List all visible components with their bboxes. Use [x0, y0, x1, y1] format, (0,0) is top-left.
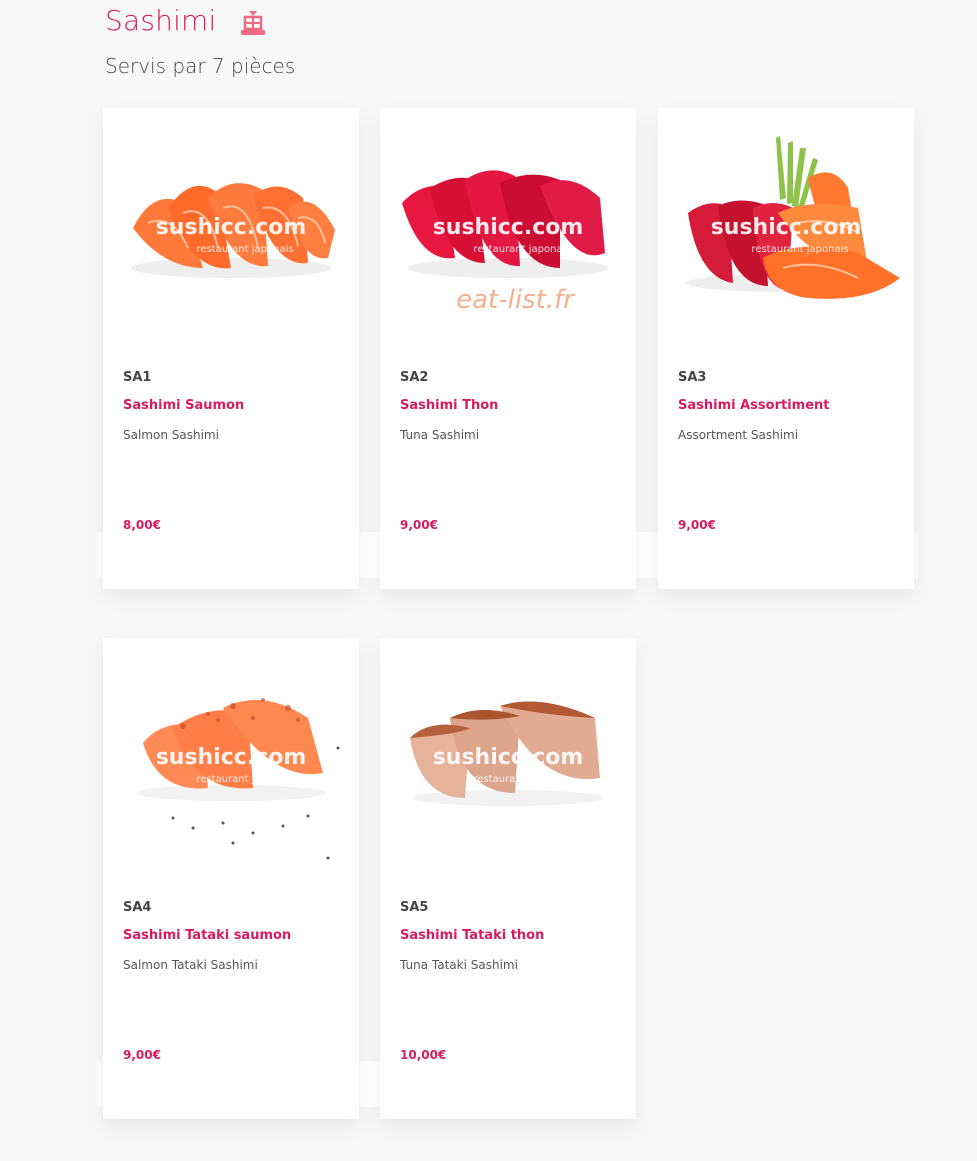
product-code: SA2 — [400, 370, 429, 385]
product-price: 9,00€ — [123, 1048, 161, 1062]
product-code: SA5 — [400, 900, 429, 915]
section-subtitle: Servis par 7 pièces — [105, 54, 296, 78]
watermark-tagline: restaurant japonais — [473, 244, 570, 255]
watermark-tagline: restaurant japonais — [751, 244, 848, 255]
fish-kanji-icon — [238, 8, 268, 38]
watermark-brand: sushicc.com — [433, 215, 584, 240]
product-price: 8,00€ — [123, 518, 161, 532]
watermark-brand: sushicc.com — [156, 745, 307, 770]
product-description: Salmon Sashimi — [123, 428, 219, 442]
product-code: SA3 — [678, 370, 707, 385]
watermark-brand: sushicc.com — [433, 745, 584, 770]
watermark-tagline: restaurant japonais — [473, 774, 570, 785]
section-title: Sashimi — [105, 4, 217, 37]
product-price: 10,00€ — [400, 1048, 447, 1062]
product-price: 9,00€ — [400, 518, 438, 532]
product-image-tuna-tataki: sushicc.com restaurant japonais — [390, 648, 626, 873]
product-card-sa3[interactable]: sushicc.com restaurant japonais SA3 Sash… — [658, 108, 914, 589]
product-description: Tuna Tataki Sashimi — [400, 958, 518, 972]
watermark-brand: sushicc.com — [711, 215, 862, 240]
product-image-assortment-sashimi: sushicc.com restaurant japonais — [668, 118, 904, 343]
product-image-salmon-sashimi: sushicc.com restaurant japonais — [113, 118, 349, 343]
product-description: Tuna Sashimi — [400, 428, 480, 442]
product-card-sa1[interactable]: sushicc.com restaurant japonais SA1 Sash… — [103, 108, 359, 589]
watermark-brand: sushicc.com — [156, 215, 307, 240]
product-code: SA4 — [123, 900, 152, 915]
product-card-sa5[interactable]: sushicc.com restaurant japonais SA5 Sash… — [380, 638, 636, 1119]
watermark-overlay: eat-list.fr — [456, 285, 576, 315]
product-description: Salmon Tataki Sashimi — [123, 958, 258, 972]
product-name[interactable]: Sashimi Tataki thon — [400, 928, 544, 943]
product-card-sa2[interactable]: sushicc.com restaurant japonais eat-list… — [380, 108, 636, 589]
product-name[interactable]: Sashimi Thon — [400, 398, 498, 413]
product-name[interactable]: Sashimi Tataki saumon — [123, 928, 291, 943]
product-description: Assortment Sashimi — [678, 428, 799, 442]
watermark-tagline: restaurant japonais — [196, 244, 293, 255]
product-code: SA1 — [123, 370, 152, 385]
product-name[interactable]: Sashimi Assortiment — [678, 398, 830, 413]
product-image-tuna-sashimi: sushicc.com restaurant japonais eat-list… — [390, 118, 626, 343]
product-card-sa4[interactable]: sushicc.com restaurant japonais SA4 Sash… — [103, 638, 359, 1119]
product-name[interactable]: Sashimi Saumon — [123, 398, 244, 413]
watermark-tagline: restaurant japonais — [196, 774, 293, 785]
product-price: 9,00€ — [678, 518, 716, 532]
product-image-salmon-tataki: sushicc.com restaurant japonais — [113, 648, 349, 873]
